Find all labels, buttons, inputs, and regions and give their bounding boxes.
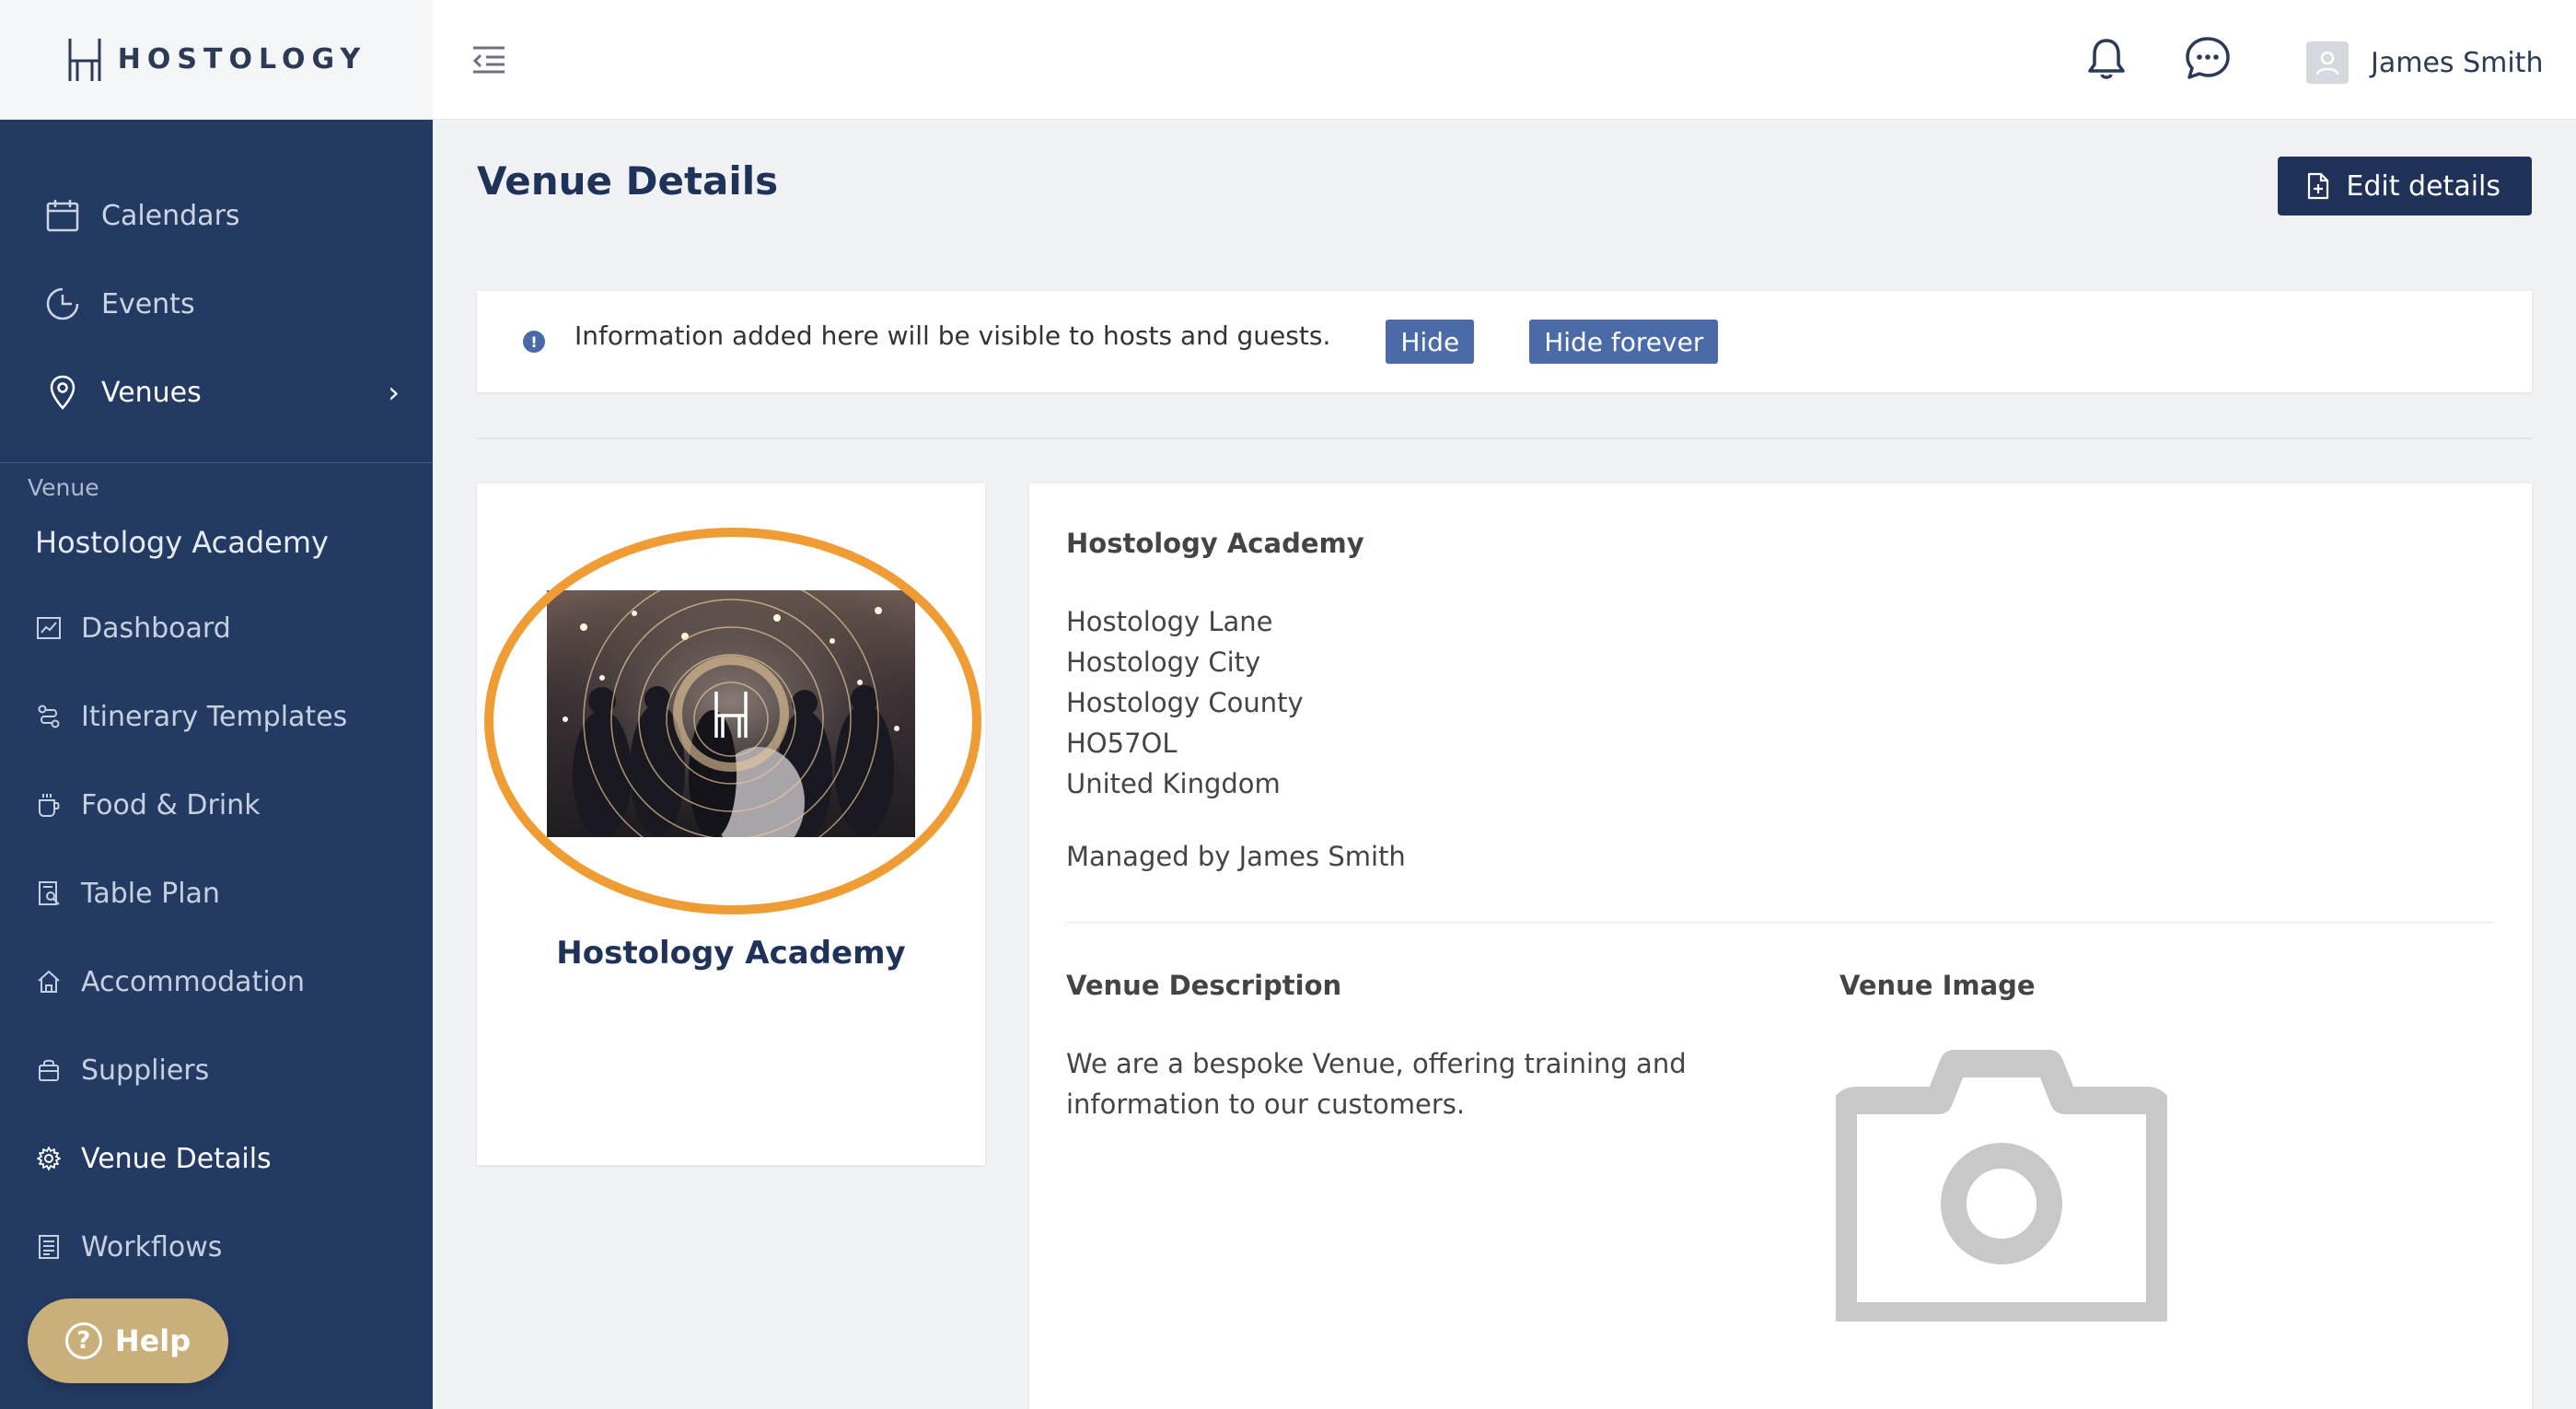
sidebar-item-dashboard[interactable]: Dashboard	[0, 584, 433, 672]
venue-card-title: Hostology Academy	[556, 935, 906, 972]
brand-name: HOSTOLOGY	[117, 43, 367, 76]
info-banner: ! Information added here will be visible…	[477, 291, 2532, 392]
question-icon: ?	[64, 1322, 102, 1359]
document-edit-icon	[2308, 172, 2329, 200]
home-icon	[38, 970, 60, 993]
sidebar-item-accommodation[interactable]: Accommodation	[0, 937, 433, 1026]
nav-item-label: Calendars	[101, 199, 240, 232]
clock-icon	[46, 287, 79, 320]
managed-by: Managed by James Smith	[1066, 841, 1406, 872]
sidebar-item-label: Itinerary Templates	[81, 700, 348, 733]
address-line-2: Hostology City	[1066, 646, 1261, 678]
sidebar-item-suppliers[interactable]: Suppliers	[0, 1026, 433, 1114]
main-content: Venue Details Edit details ! Information…	[433, 120, 2576, 1409]
sidebar-item-label: Suppliers	[81, 1054, 210, 1087]
sidebar-item-label: Dashboard	[81, 611, 231, 645]
address-postcode: HO57OL	[1066, 728, 1178, 759]
sidebar-item-food-drink[interactable]: Food & Drink	[0, 761, 433, 849]
sidebar-item-itinerary-templates[interactable]: Itinerary Templates	[0, 672, 433, 761]
edit-details-label: Edit details	[2346, 169, 2501, 203]
nav-item-calendars[interactable]: Calendars	[0, 171, 433, 260]
main-nav: Calendars Events Venues ›	[0, 120, 433, 437]
sidebar-item-label: Food & Drink	[81, 788, 261, 821]
camera-placeholder-icon[interactable]	[1836, 1045, 2167, 1322]
map-pin-icon	[50, 375, 75, 410]
hide-button[interactable]: Hide	[1386, 320, 1475, 364]
user-menu[interactable]: James Smith	[2306, 41, 2543, 85]
address-line-3: Hostology County	[1066, 687, 1304, 718]
hide-forever-button[interactable]: Hide forever	[1529, 320, 1719, 364]
user-name: James Smith	[2371, 46, 2544, 79]
route-icon	[38, 704, 60, 728]
chart-icon	[37, 617, 61, 639]
chat-icon[interactable]	[2182, 33, 2234, 85]
selected-venue-name: Hostology Academy	[35, 525, 329, 560]
info-text: Information added here will be visible t…	[574, 320, 1331, 351]
cup-icon	[39, 794, 60, 817]
venue-card: Hostology Academy	[477, 483, 985, 1165]
brand-logo[interactable]: HOSTOLOGY	[66, 37, 366, 83]
sidebar-item-label: Workflows	[81, 1230, 223, 1263]
help-button[interactable]: ? Help	[28, 1298, 228, 1383]
section-divider	[477, 437, 2532, 439]
sidebar-item-workflows[interactable]: Workflows	[0, 1203, 433, 1291]
sidebar-item-venue-details[interactable]: Venue Details	[0, 1114, 433, 1203]
workflow-icon	[39, 1235, 59, 1259]
sidebar-item-label: Table Plan	[81, 877, 220, 910]
address-line-1: Hostology Lane	[1066, 606, 1273, 637]
venue-address: Hostology Lane Hostology City Hostology …	[1066, 601, 1304, 804]
sidebar-item-label: Venue Details	[81, 1142, 272, 1175]
sidebar-item-label: Accommodation	[81, 965, 306, 998]
sidebar-item-table-plan[interactable]: Table Plan	[0, 849, 433, 937]
sidebar: Calendars Events Venues › Venue Hostolog…	[0, 120, 433, 1409]
venue-photo[interactable]	[547, 590, 915, 837]
section-label: Venue	[28, 474, 99, 501]
description-text: We are a bespoke Venue, offering trainin…	[1066, 1048, 1687, 1120]
venue-image-heading: Venue Image	[1839, 970, 2036, 1001]
nav-item-venues[interactable]: Venues ›	[0, 348, 433, 437]
user-avatar-icon	[2306, 41, 2349, 84]
gear-icon	[37, 1147, 61, 1170]
info-icon: !	[523, 331, 545, 353]
top-bar: James Smith	[433, 0, 2576, 120]
calendar-icon	[46, 200, 79, 232]
bell-icon[interactable]	[2081, 33, 2132, 85]
help-label: Help	[114, 1323, 191, 1358]
hostology-logo-icon	[68, 38, 101, 81]
details-divider	[1066, 922, 2495, 923]
logo-bar: HOSTOLOGY	[0, 0, 433, 120]
venue-details-card: Hostology Academy Hostology Lane Hostolo…	[1029, 483, 2532, 1409]
description-heading: Venue Description	[1066, 970, 1342, 1001]
details-venue-name: Hostology Academy	[1066, 528, 1364, 559]
menu-collapse-icon[interactable]	[470, 41, 508, 79]
nav-item-label: Venues	[101, 376, 202, 409]
bag-icon	[39, 1059, 59, 1081]
nav-item-events[interactable]: Events	[0, 260, 433, 348]
chevron-right-icon: ›	[388, 375, 400, 410]
page-title: Venue Details	[477, 158, 779, 204]
edit-details-button[interactable]: Edit details	[2278, 157, 2532, 215]
address-country: United Kingdom	[1066, 768, 1281, 799]
nav-item-label: Events	[101, 287, 195, 320]
table-plan-icon	[39, 881, 60, 905]
